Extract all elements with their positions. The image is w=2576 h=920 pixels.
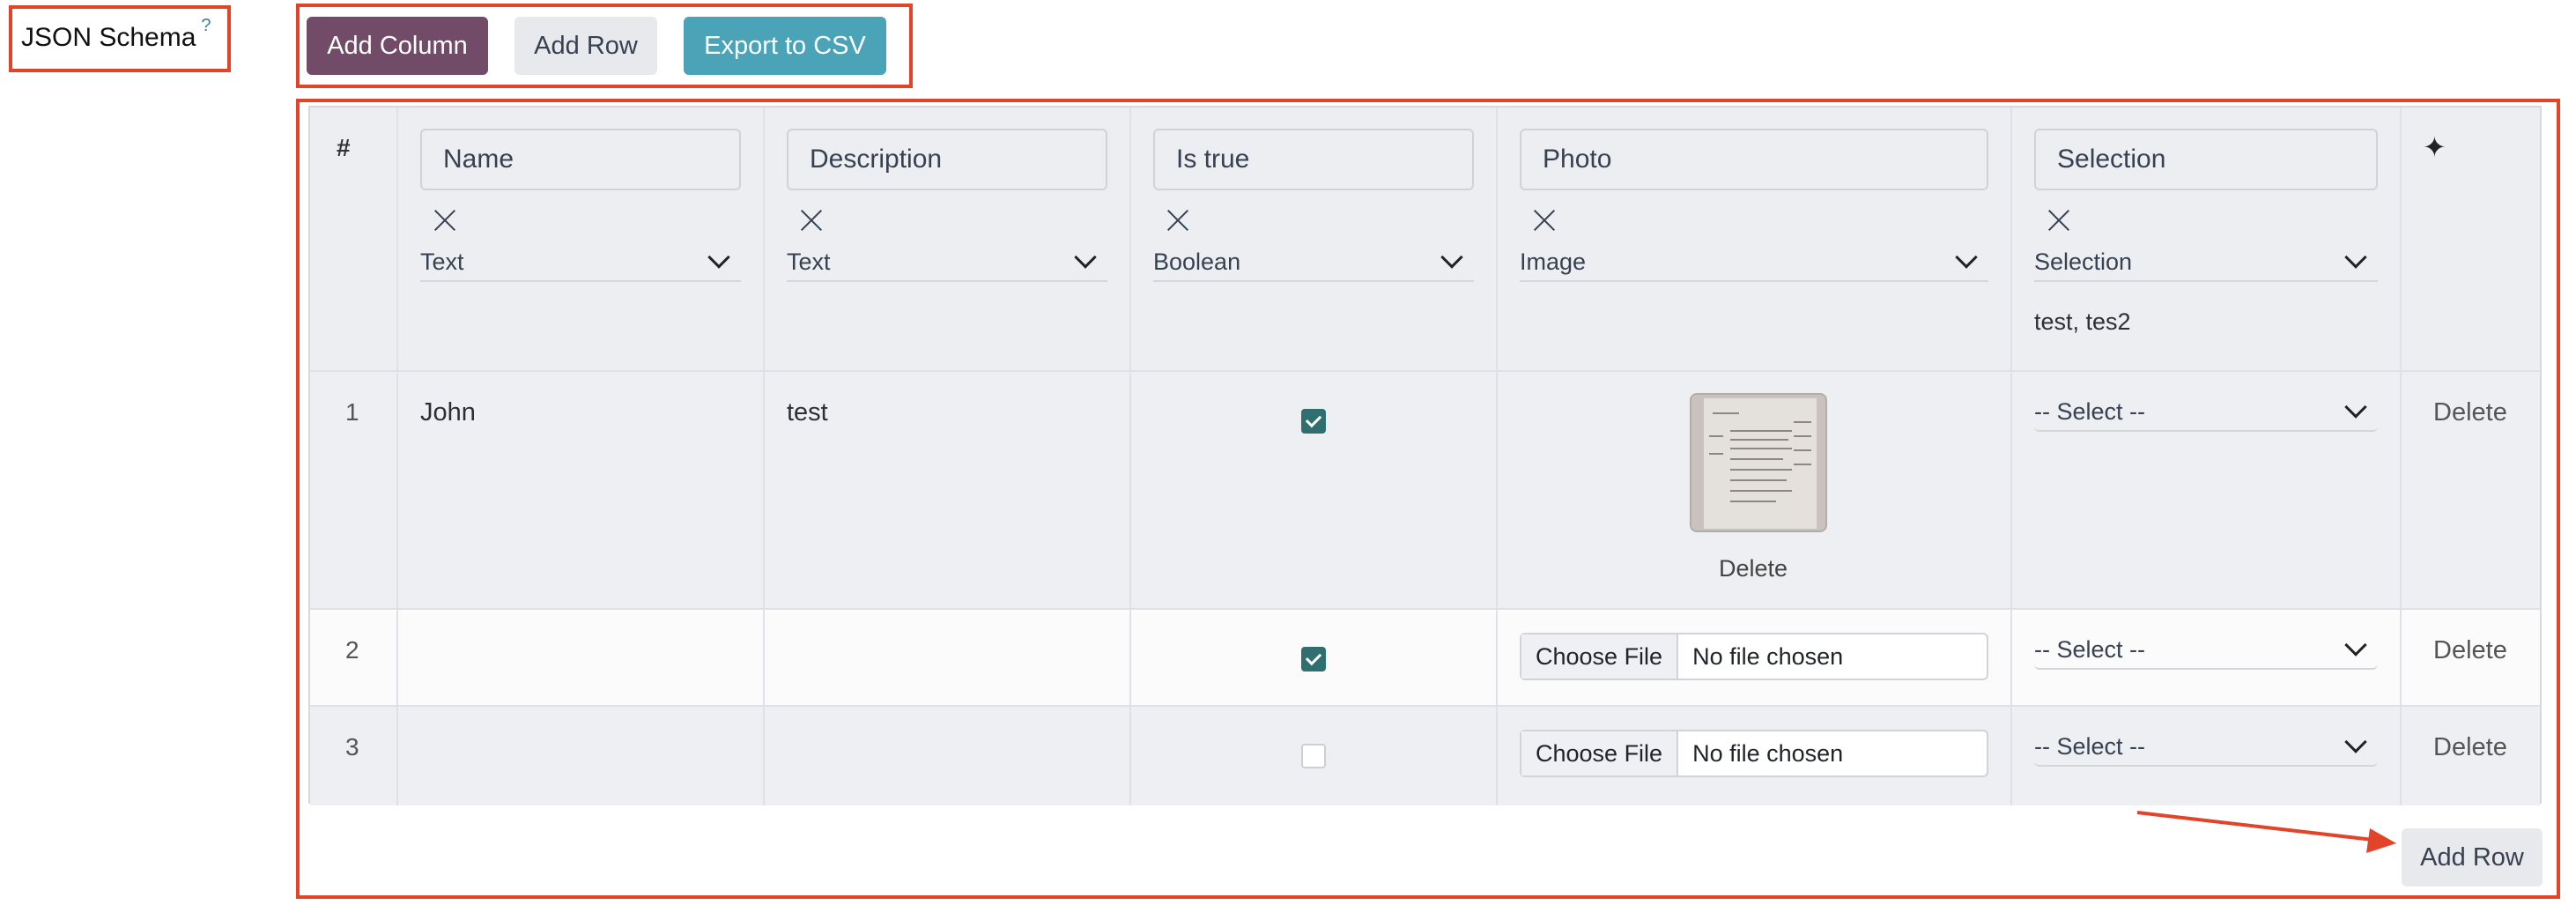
sparkle-icon[interactable]: ✦ [2423, 130, 2446, 164]
column-type-label: Text [420, 248, 464, 275]
selection-value: -- Select -- [2034, 635, 2146, 663]
selection-options-text: test, tes2 [2034, 308, 2131, 335]
row-index: 2 [345, 636, 359, 664]
column-type-select[interactable]: Selection [2034, 243, 2378, 282]
index-header: # [337, 134, 351, 161]
cell-name[interactable]: John [420, 398, 476, 427]
delete-row-link[interactable]: Delete [2433, 733, 2507, 762]
column-name-input-selection[interactable]: Selection [2034, 129, 2378, 190]
column-type-select[interactable]: Text [787, 243, 1107, 282]
column-type-select[interactable]: Boolean [1153, 243, 1474, 282]
chevron-down-icon [1440, 246, 1463, 269]
add-row-bottom-button[interactable]: Add Row [2402, 828, 2543, 887]
selection-select[interactable]: -- Select -- [2034, 631, 2378, 670]
column-type-label: Selection [2034, 248, 2133, 275]
delete-row-link[interactable]: Delete [2433, 636, 2507, 665]
remove-column-icon[interactable] [800, 209, 823, 232]
is-true-checkbox[interactable] [1301, 409, 1326, 434]
column-name-input-photo[interactable]: Photo [1520, 129, 1988, 190]
chevron-down-icon [2344, 396, 2367, 419]
file-status: No file chosen [1692, 739, 1844, 767]
photo-file-input[interactable]: Choose File No file chosen [1520, 633, 1988, 680]
selection-value: -- Select -- [2034, 397, 2146, 425]
column-name-input-name[interactable]: Name [420, 129, 741, 190]
photo-delete-link[interactable]: Delete [1719, 555, 1788, 582]
remove-column-icon[interactable] [2047, 209, 2070, 232]
delete-row-link[interactable]: Delete [2433, 398, 2507, 427]
column-name-input-is-true[interactable]: Is true [1153, 129, 1474, 190]
file-status: No file chosen [1692, 642, 1844, 670]
column-type-select[interactable]: Image [1520, 243, 1988, 282]
remove-column-icon[interactable] [433, 209, 456, 232]
help-icon[interactable]: ? [201, 16, 211, 35]
table-row: 1 John test Delete -- Select -- Delete [310, 372, 2540, 610]
column-type-label: Text [787, 248, 831, 275]
is-true-checkbox[interactable] [1301, 647, 1326, 671]
is-true-checkbox[interactable] [1301, 744, 1326, 768]
add-row-top-button[interactable]: Add Row [514, 17, 657, 75]
row-index: 1 [345, 398, 359, 426]
export-csv-button[interactable]: Export to CSV [684, 17, 886, 75]
selection-select[interactable]: -- Select -- [2034, 728, 2378, 767]
table-row: 2 Choose File No file chosen -- Select -… [310, 610, 2540, 707]
table-header-row: # Name Text Description Text Is true Boo… [310, 108, 2540, 372]
chevron-down-icon [2344, 634, 2367, 657]
cell-description[interactable]: test [787, 398, 828, 427]
remove-column-icon[interactable] [1533, 209, 1556, 232]
selection-select[interactable]: -- Select -- [2034, 393, 2378, 432]
add-column-button[interactable]: Add Column [307, 17, 488, 75]
choose-file-button[interactable]: Choose File [1521, 731, 1679, 775]
json-schema-title: JSON Schema [21, 23, 196, 52]
photo-file-input[interactable]: Choose File No file chosen [1520, 730, 1988, 777]
chevron-down-icon [707, 246, 730, 269]
chevron-down-icon [2344, 246, 2367, 269]
table-row: 3 Choose File No file chosen -- Select -… [310, 707, 2540, 805]
annotation-arrow [2136, 811, 2396, 853]
data-table: # Name Text Description Text Is true Boo… [308, 106, 2542, 805]
column-name-input-description[interactable]: Description [787, 129, 1107, 190]
column-type-select[interactable]: Text [420, 243, 741, 282]
chevron-down-icon [1074, 246, 1097, 269]
column-type-label: Boolean [1153, 248, 1241, 275]
selection-value: -- Select -- [2034, 732, 2146, 760]
chevron-down-icon [2344, 731, 2367, 753]
photo-thumbnail[interactable] [1690, 393, 1827, 532]
row-index: 3 [345, 733, 359, 760]
chevron-down-icon [1955, 246, 1978, 269]
remove-column-icon[interactable] [1166, 209, 1189, 232]
column-type-label: Image [1520, 248, 1587, 275]
json-schema-label: JSON Schema? [21, 16, 211, 53]
choose-file-button[interactable]: Choose File [1521, 634, 1679, 679]
